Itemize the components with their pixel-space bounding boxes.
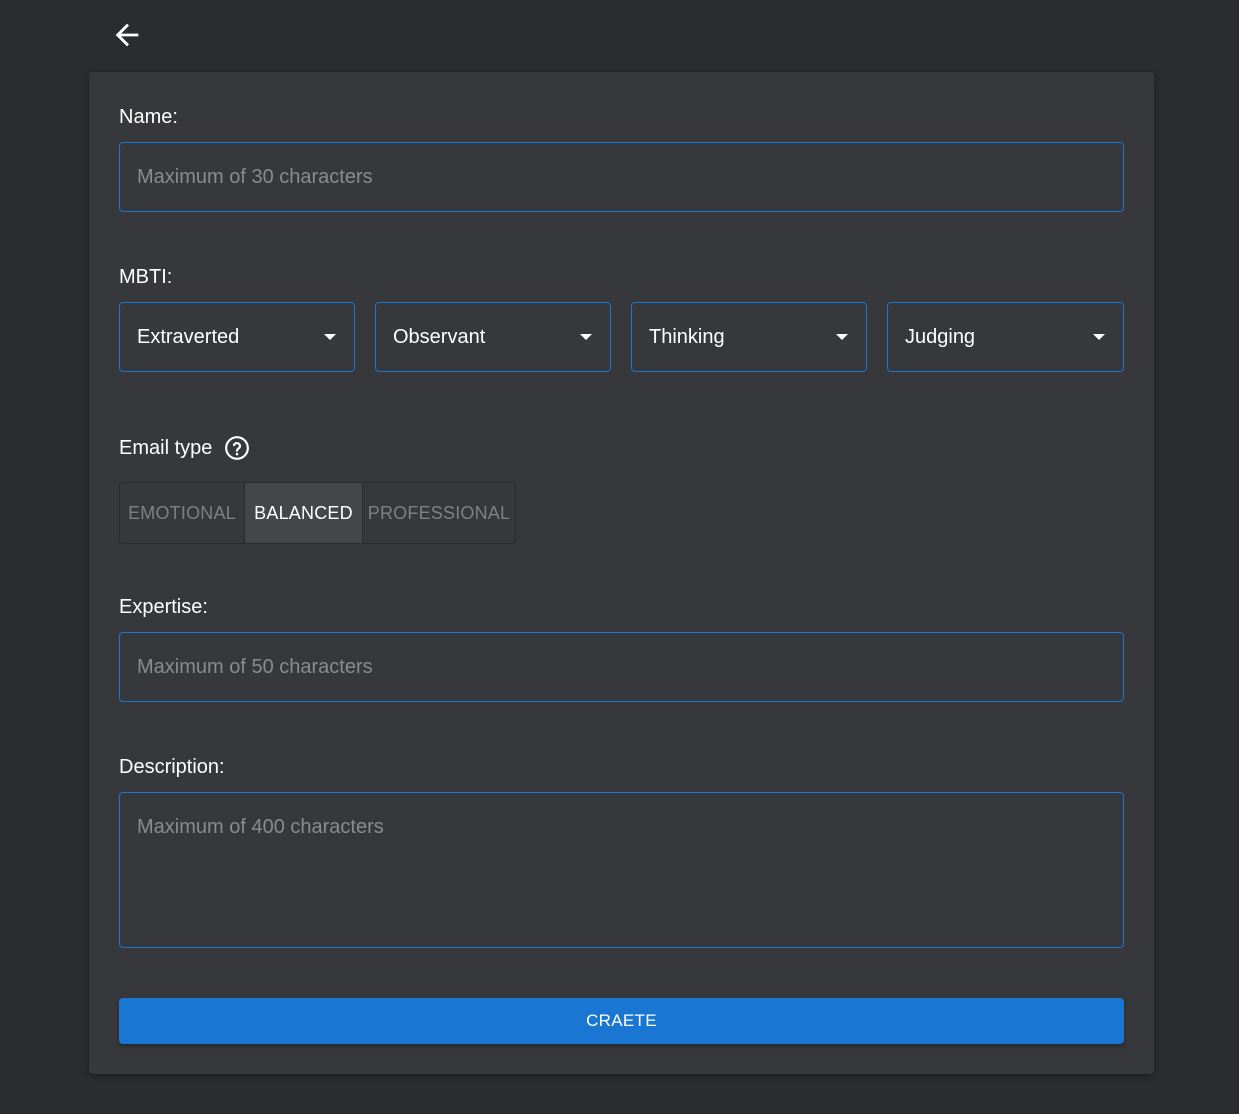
email-type-toggle-group: EMOTIONAL BALANCED PROFESSIONAL [119,482,516,544]
question-circle-icon[interactable] [224,435,250,461]
mbti-select-nature[interactable]: Thinking [631,302,867,372]
toggle-professional[interactable]: PROFESSIONAL [363,483,515,543]
mbti-select-value: Extraverted [137,325,240,348]
caret-down-icon [836,334,848,340]
caret-down-icon [580,334,592,340]
create-form-card: Name: MBTI: Extraverted Observant Thinki… [89,72,1154,1074]
mbti-select-value: Observant [393,325,486,348]
mbti-select-energy[interactable]: Extraverted [119,302,355,372]
create-button[interactable]: CRAETE [119,998,1124,1044]
caret-down-icon [324,334,336,340]
back-button[interactable] [106,14,148,56]
description-label: Description: [119,756,225,778]
mbti-select-value: Thinking [649,325,725,348]
description-textarea[interactable] [119,792,1124,948]
arrow-left-icon [115,23,139,47]
mbti-label: MBTI: [119,266,173,288]
toggle-emotional[interactable]: EMOTIONAL [120,483,245,543]
name-input[interactable] [119,142,1124,212]
name-label: Name: [119,106,178,128]
email-type-label: Email type [119,435,250,461]
caret-down-icon [1093,334,1105,340]
expertise-input[interactable] [119,632,1124,702]
mbti-select-tactics[interactable]: Judging [887,302,1124,372]
toggle-balanced[interactable]: BALANCED [245,483,363,543]
mbti-select-mind[interactable]: Observant [375,302,611,372]
mbti-select-value: Judging [905,325,976,348]
expertise-label: Expertise: [119,596,208,618]
email-type-label-text: Email type [119,437,213,459]
